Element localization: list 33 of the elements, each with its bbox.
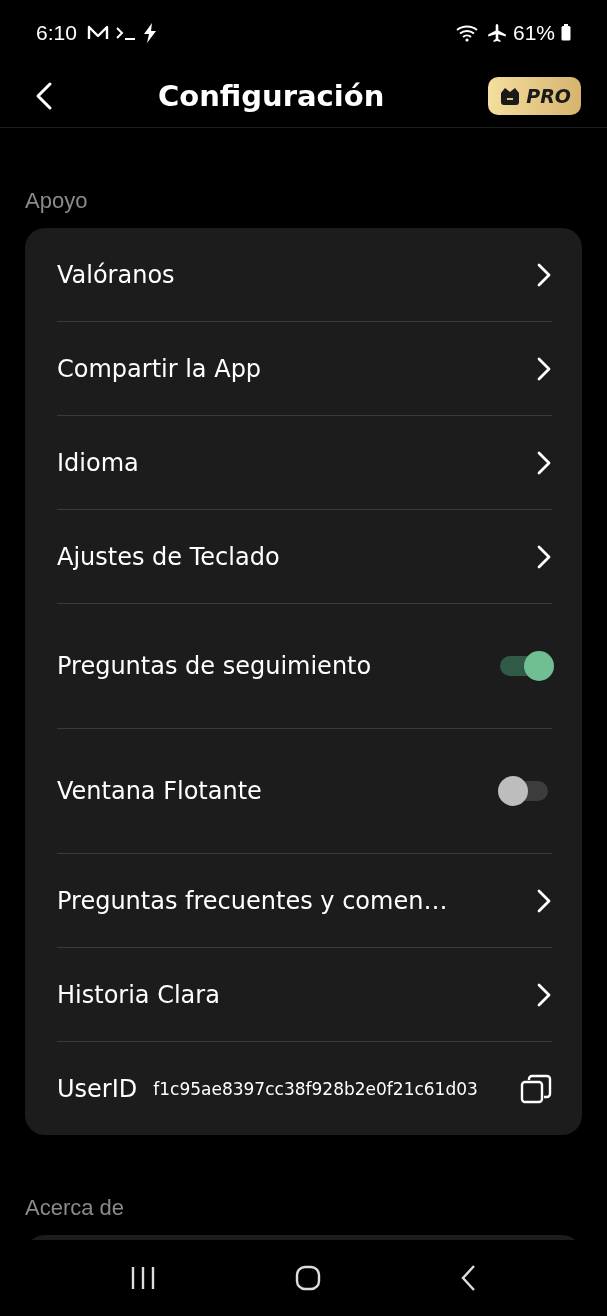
settings-label: Preguntas de seguimiento — [57, 652, 372, 680]
battery-icon — [561, 24, 571, 41]
mail-icon — [86, 24, 109, 41]
toggle-switch[interactable] — [500, 651, 552, 681]
home-icon[interactable] — [295, 1265, 322, 1291]
settings-item[interactable]: Preguntas frecuentes y comen… — [57, 854, 552, 947]
settings-item[interactable]: Historia Clara — [57, 948, 552, 1041]
settings-item[interactable]: Ajustes de Teclado — [57, 510, 552, 603]
chevron-right-icon — [536, 261, 552, 288]
page-title: Configuración — [157, 79, 385, 113]
settings-label: Ventana Flotante — [57, 777, 262, 805]
back-icon[interactable] — [461, 1265, 478, 1291]
terminal-icon — [114, 25, 137, 40]
chevron-right-icon — [536, 543, 552, 570]
chevron-right-icon — [536, 887, 552, 914]
lightning-icon — [142, 22, 157, 43]
settings-item[interactable]: Idioma — [57, 416, 552, 509]
userid-label: UserID — [57, 1074, 138, 1103]
section-title: Apoyo — [25, 187, 89, 215]
settings-item[interactable]: Valóranos — [57, 228, 552, 321]
section-title: Acerca de — [25, 1194, 126, 1222]
status-time: 6:10 — [36, 20, 77, 45]
airplane-icon — [486, 22, 507, 43]
battery-percent: 61% — [512, 20, 555, 45]
chevron-right-icon — [536, 449, 552, 476]
settings-item[interactable]: Compartir la App — [57, 322, 552, 415]
back-button[interactable] — [34, 81, 54, 111]
chevron-right-icon — [536, 981, 552, 1008]
pro-button[interactable]: PRO — [488, 77, 581, 115]
chevron-right-icon — [536, 355, 552, 382]
recent-apps-icon[interactable] — [129, 1266, 156, 1290]
userid-value: f1c95ae8397cc38f928b2e0f21c61d03 — [153, 1078, 479, 1099]
copy-icon[interactable] — [520, 1073, 552, 1104]
